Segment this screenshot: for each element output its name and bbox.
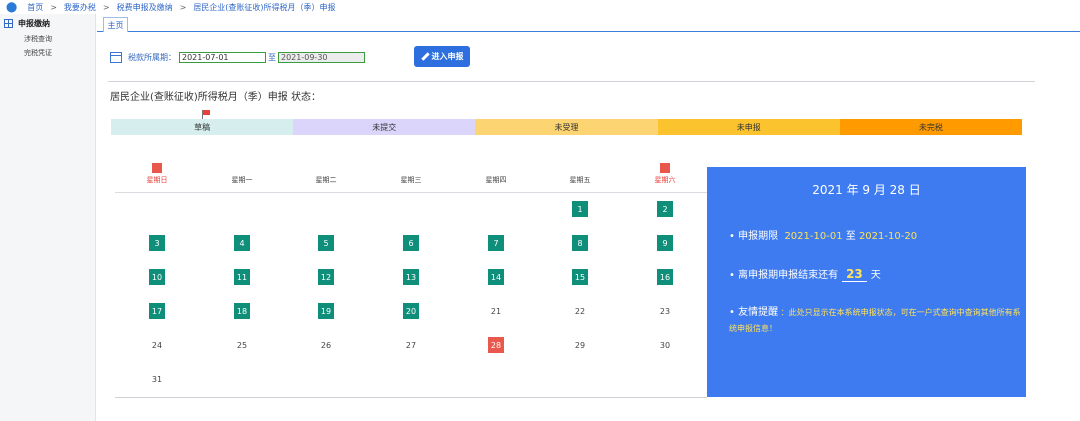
calendar-day[interactable]: 11 <box>234 269 250 285</box>
weekday-label: 星期一 <box>231 176 253 184</box>
calendar-day[interactable]: 8 <box>572 235 588 251</box>
calendar-day[interactable]: 2 <box>657 201 673 217</box>
weekend-marker-icon <box>152 163 162 173</box>
calendar-day[interactable]: 3 <box>149 235 165 251</box>
calendar: 星期日 星期一 星期二 星期三 星期四 星期五 星期六 1 2 3 4 5 6 7 8 9 10 11 12 13 1… <box>115 163 707 398</box>
remaining-days-pre: • 离申报期申报结束还有 <box>729 270 839 281</box>
enter-declaration-button[interactable]: 进入申报 <box>414 46 470 67</box>
remaining-days-post: 天 <box>870 270 881 281</box>
stage-not-submitted: 未提交 <box>293 119 476 135</box>
calendar-icon <box>110 51 122 63</box>
remaining-days-line: • 离申报期申报结束还有 23 天 <box>729 266 881 282</box>
friendly-reminder: • 友情提醒 ：此处只显示在本系统申报状态，可在一户式查询中查询其他所有系统申报… <box>729 305 1021 337</box>
calendar-day[interactable]: 12 <box>318 269 334 285</box>
calendar-day[interactable]: 7 <box>488 235 504 251</box>
weekday-header: 星期日 星期一 星期二 星期三 星期四 星期五 星期六 <box>115 163 707 192</box>
grid-icon <box>4 18 13 28</box>
breadcrumb-separator: > <box>179 2 187 12</box>
stage-tax-unpaid: 未完税 <box>839 119 1023 135</box>
calendar-day[interactable]: 20 <box>403 303 419 319</box>
tab-bar: 主页 <box>97 14 1080 32</box>
info-panel: 2021 年 9 月 28 日 • 申报期限 2021-10-01 至 2021… <box>707 167 1026 397</box>
period-end-input[interactable] <box>278 51 365 63</box>
sidebar: 申报缴纳 涉税查询 完税凭证 <box>0 14 96 421</box>
stage-not-declared: 未申报 <box>657 119 840 135</box>
breadcrumb: ⬤ 首页 > 我要办税 > 税费申报及缴纳 > 居民企业(查账征收)所得税月（季… <box>0 0 1080 14</box>
divider <box>115 192 707 193</box>
weekday-label: 星期三 <box>400 176 422 184</box>
sidebar-item-tax-query[interactable]: 涉税查询 <box>0 32 95 46</box>
weekday-label: 星期六 <box>654 176 676 184</box>
calendar-day[interactable]: 26 <box>318 337 334 353</box>
breadcrumb-separator: > <box>50 2 57 12</box>
period-start-input[interactable] <box>179 51 266 63</box>
calendar-day[interactable]: 24 <box>149 337 165 353</box>
divider <box>115 397 707 398</box>
breadcrumb-tax[interactable]: 我要办税 <box>64 2 96 13</box>
calendar-day[interactable]: 15 <box>572 269 588 285</box>
sidebar-header[interactable]: 申报缴纳 <box>0 14 95 32</box>
calendar-day-today[interactable]: 28 <box>488 337 504 353</box>
tax-period-label: 税款所属期： <box>128 52 176 62</box>
weekday-label: 星期二 <box>315 176 337 184</box>
calendar-day[interactable]: 29 <box>572 337 588 353</box>
breadcrumb-current: 居民企业(查账征收)所得税月（季）申报 <box>193 2 336 12</box>
status-title: 居民企业(查账征收)所得税月（季）申报 状态： <box>110 92 321 103</box>
calendar-day[interactable]: 27 <box>403 337 419 353</box>
period-to-label: 至 <box>268 52 276 62</box>
calendar-day[interactable]: 22 <box>572 303 588 319</box>
calendar-day[interactable]: 13 <box>403 269 419 285</box>
calendar-day[interactable]: 4 <box>234 235 250 251</box>
tab-home[interactable]: 主页 <box>103 17 128 32</box>
panel-date: 2021 年 9 月 28 日 <box>812 183 921 197</box>
remaining-days-value: 23 <box>842 267 867 282</box>
edit-icon <box>421 53 429 61</box>
calendar-day[interactable]: 17 <box>149 303 165 319</box>
calendar-day[interactable]: 23 <box>657 303 673 319</box>
stage-not-accepted: 未受理 <box>475 119 658 135</box>
declare-period-mid: 至 <box>845 231 856 242</box>
calendar-day[interactable]: 19 <box>318 303 334 319</box>
calendar-day[interactable]: 25 <box>234 337 250 353</box>
calendar-day[interactable]: 6 <box>403 235 419 251</box>
sidebar-title: 申报缴纳 <box>18 18 50 28</box>
tax-period: 税款所属期： 至 <box>110 47 365 67</box>
calendar-day[interactable]: 14 <box>488 269 504 285</box>
calendar-day[interactable]: 16 <box>657 269 673 285</box>
weekday-label: 星期日 <box>146 176 168 184</box>
location-pin-icon: ⬤ <box>6 1 18 13</box>
breadcrumb-separator: > <box>102 2 110 12</box>
calendar-day[interactable]: 5 <box>318 235 334 251</box>
friendly-reminder-title: • 友情提醒 <box>729 307 779 318</box>
declare-period-label: • 申报期限 <box>729 231 779 242</box>
declare-period-end: 2021-10-20 <box>858 231 918 242</box>
current-stage-flag-icon <box>202 110 212 119</box>
declare-period-start: 2021-10-01 <box>784 231 843 242</box>
calendar-day[interactable]: 31 <box>149 371 165 387</box>
breadcrumb-declare[interactable]: 税费申报及缴纳 <box>117 2 173 13</box>
weekend-marker-icon <box>660 163 670 173</box>
sidebar-item-tax-certificate[interactable]: 完税凭证 <box>0 46 95 60</box>
enter-declaration-label: 进入申报 <box>431 52 464 61</box>
calendar-day[interactable]: 30 <box>657 337 673 353</box>
calendar-day[interactable]: 10 <box>149 269 165 285</box>
status-stages: 草稿 未提交 未受理 未申报 未完税 <box>111 119 1023 135</box>
calendar-day[interactable]: 21 <box>488 303 504 319</box>
declare-period-line: • 申报期限 2021-10-01 至 2021-10-20 <box>729 227 917 242</box>
weekday-label: 星期五 <box>569 176 591 184</box>
breadcrumb-home[interactable]: 首页 <box>27 2 43 13</box>
calendar-day[interactable]: 18 <box>234 303 250 319</box>
divider <box>108 81 1035 82</box>
weekday-label: 星期四 <box>485 176 507 184</box>
stage-draft: 草稿 <box>111 119 294 135</box>
calendar-day[interactable]: 1 <box>572 201 588 217</box>
calendar-day[interactable]: 9 <box>657 235 673 251</box>
